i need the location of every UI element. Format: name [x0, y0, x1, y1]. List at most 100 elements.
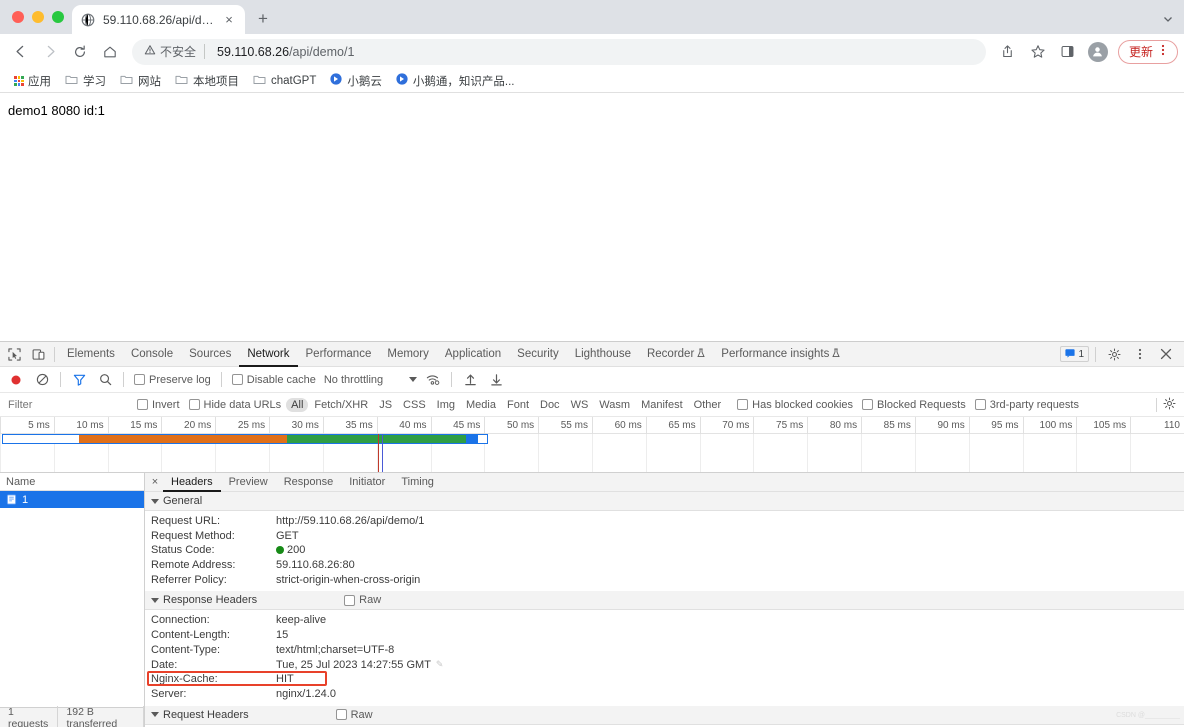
third-party-requests-checkbox[interactable]: 3rd-party requests [971, 399, 1083, 411]
gear-icon[interactable] [1102, 343, 1126, 365]
devtools-tab-memory[interactable]: Memory [379, 342, 437, 367]
bookmark-apps[interactable]: 应用 [8, 71, 57, 91]
minimize-window-button[interactable] [32, 11, 44, 23]
filter-type-img[interactable]: Img [432, 398, 460, 412]
devtools-tab-network[interactable]: Network [239, 342, 297, 367]
devtools-tab-sources[interactable]: Sources [181, 342, 239, 367]
detail-tab-timing[interactable]: Timing [393, 473, 442, 492]
device-toolbar-icon[interactable] [26, 343, 50, 365]
blocked-requests-checkbox[interactable]: Blocked Requests [858, 399, 970, 411]
filter-type-all[interactable]: All [286, 397, 309, 412]
bookmark-folder-4[interactable]: chatGPT [247, 72, 322, 90]
close-window-button[interactable] [12, 11, 24, 23]
detail-tab-preview[interactable]: Preview [221, 473, 276, 492]
headers-section-header[interactable]: Request Headers Raw [145, 705, 1184, 725]
update-button[interactable]: 更新 [1117, 39, 1178, 64]
header-row[interactable]: Server: nginx/1.24.0 [145, 687, 1184, 702]
divider [451, 372, 453, 387]
header-row[interactable]: Referrer Policy: strict-origin-when-cross… [145, 573, 1184, 588]
close-icon[interactable]: × [221, 12, 237, 28]
filter-type-fetch-xhr[interactable]: Fetch/XHR [309, 398, 373, 412]
forward-button[interactable] [36, 38, 64, 66]
filter-input[interactable] [4, 395, 132, 414]
devtools-tab-application[interactable]: Application [437, 342, 509, 367]
hide-data-urls-checkbox[interactable]: Hide data URLs [185, 399, 286, 411]
header-row[interactable]: Nginx-Cache: HIT [145, 671, 1184, 687]
headers-section-header[interactable]: Response Headers Raw [145, 591, 1184, 611]
share-icon[interactable] [994, 38, 1022, 66]
kebab-menu-icon[interactable] [1128, 343, 1152, 365]
gear-icon[interactable] [1163, 396, 1176, 413]
filter-type-other[interactable]: Other [689, 398, 727, 412]
detail-tab-response[interactable]: Response [276, 473, 342, 492]
reload-button[interactable] [66, 38, 94, 66]
raw-toggle-checkbox[interactable]: Raw [335, 709, 373, 721]
detail-tab-initiator[interactable]: Initiator [341, 473, 393, 492]
network-overview-timeline[interactable]: 5 ms 10 ms 15 ms 20 ms 25 ms 30 ms 35 ms 40 ms 4… [0, 417, 1184, 473]
filter-type-media[interactable]: Media [461, 398, 501, 412]
has-blocked-cookies-checkbox[interactable]: Has blocked cookies [733, 399, 857, 411]
headers-section-header[interactable]: General [145, 492, 1184, 511]
tabstrip-chevron-icon[interactable] [1162, 13, 1174, 28]
import-har-icon[interactable] [458, 369, 482, 391]
edit-pencil-icon[interactable]: ✎ [436, 659, 444, 670]
disable-cache-checkbox[interactable]: Disable cache [228, 374, 320, 386]
network-conditions-icon[interactable] [421, 369, 445, 391]
header-row[interactable]: Remote Address: 59.110.68.26:80 [145, 558, 1184, 573]
header-row[interactable]: Connection: keep-alive [145, 613, 1184, 628]
close-icon[interactable] [1154, 343, 1178, 365]
star-icon[interactable] [1024, 38, 1052, 66]
table-row[interactable]: 1 [0, 491, 144, 508]
header-row[interactable]: Request Method: GET [145, 529, 1184, 544]
filter-type-wasm[interactable]: Wasm [594, 398, 635, 412]
invert-checkbox[interactable]: Invert [133, 399, 184, 411]
request-list-header[interactable]: Name [0, 473, 144, 491]
inspect-element-icon[interactable] [2, 343, 26, 365]
throttling-select[interactable]: No throttling [322, 374, 419, 386]
detail-tab-headers[interactable]: Headers [163, 473, 221, 492]
bookmark-folder-3[interactable]: 本地项目 [169, 71, 245, 91]
search-icon[interactable] [93, 369, 117, 391]
new-tab-button[interactable]: + [249, 5, 277, 33]
raw-toggle-checkbox[interactable]: Raw [344, 594, 381, 606]
export-har-icon[interactable] [484, 369, 508, 391]
header-row[interactable]: Date: Tue, 25 Jul 2023 14:27:55 GMT ✎ [145, 658, 1184, 673]
preserve-log-checkbox[interactable]: Preserve log [130, 374, 215, 386]
filter-funnel-icon[interactable] [67, 369, 91, 391]
devtools-tab-performance-insights[interactable]: Performance insights [713, 342, 848, 367]
header-row[interactable]: Content-Type: text/html;charset=UTF-8 [145, 643, 1184, 658]
clear-icon[interactable] [30, 369, 54, 391]
devtools-tab-security[interactable]: Security [509, 342, 567, 367]
back-button[interactable] [6, 38, 34, 66]
devtools-tab-performance[interactable]: Performance [298, 342, 380, 367]
bookmark-site-1[interactable]: 小鹅云 [324, 71, 388, 91]
avatar[interactable] [1087, 41, 1108, 62]
header-row[interactable]: Content-Length: 15 [145, 628, 1184, 643]
header-row[interactable]: Status Code: 200 [145, 543, 1184, 558]
filter-type-font[interactable]: Font [502, 398, 534, 412]
bookmark-folder-1[interactable]: 学习 [59, 71, 112, 91]
warning-triangle-icon [144, 44, 156, 59]
message-count-badge[interactable]: 1 [1060, 346, 1089, 362]
bookmark-site-2[interactable]: 小鹅通，知识产品... [390, 71, 521, 91]
address-bar[interactable]: 不安全 59.110.68.26/api/demo/1 [132, 38, 986, 65]
side-panel-icon[interactable] [1054, 38, 1082, 66]
maximize-window-button[interactable] [52, 11, 64, 23]
filter-type-js[interactable]: JS [374, 398, 397, 412]
filter-type-css[interactable]: CSS [398, 398, 431, 412]
browser-tab[interactable]: 59.110.68.26/api/demo/1 × [72, 5, 245, 34]
devtools-tab-elements[interactable]: Elements [59, 342, 123, 367]
bookmark-folder-2[interactable]: 网站 [114, 71, 167, 91]
filter-type-manifest[interactable]: Manifest [636, 398, 688, 412]
kebab-menu-icon[interactable] [1157, 43, 1169, 60]
filter-type-doc[interactable]: Doc [535, 398, 565, 412]
filter-type-ws[interactable]: WS [566, 398, 594, 412]
header-row[interactable]: Request URL: http://59.110.68.26/api/demo… [145, 514, 1184, 529]
devtools-tab-recorder[interactable]: Recorder [639, 342, 713, 367]
devtools-tab-console[interactable]: Console [123, 342, 181, 367]
devtools-tab-lighthouse[interactable]: Lighthouse [567, 342, 639, 367]
home-button[interactable] [96, 38, 124, 66]
record-stop-icon[interactable] [4, 369, 28, 391]
security-warning[interactable]: 不安全 [144, 43, 196, 60]
close-icon[interactable]: × [147, 473, 163, 492]
